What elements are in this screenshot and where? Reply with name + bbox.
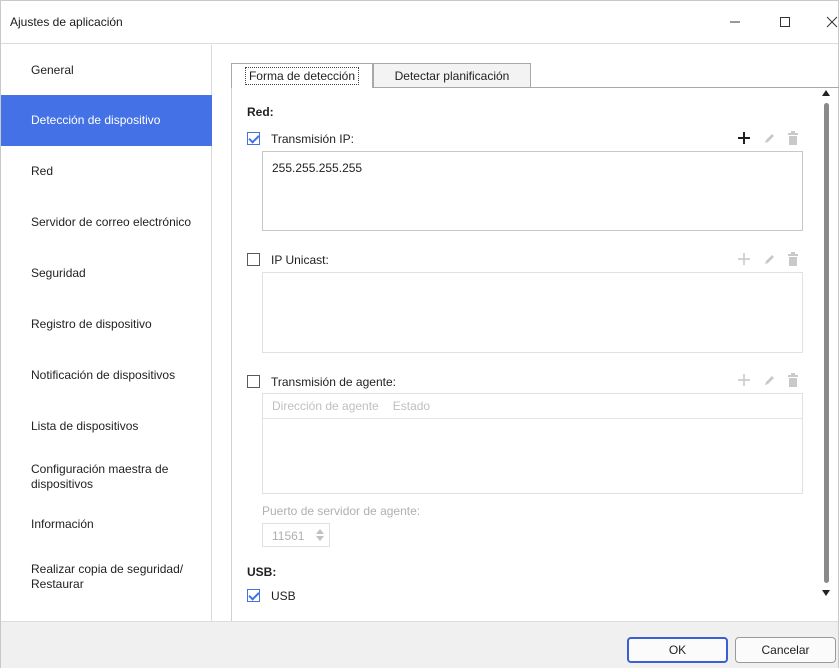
agent-port-value: 11561	[272, 529, 305, 543]
sidebar-item-label: Registro de dispositivo	[31, 317, 152, 331]
agent-table-header: Dirección de agente Estado	[263, 394, 802, 419]
minimize-button[interactable]	[720, 9, 750, 35]
delete-ip-unicast-button[interactable]	[784, 250, 802, 268]
edit-ip-unicast-button[interactable]	[760, 250, 778, 268]
usb-checkbox[interactable]	[247, 589, 260, 602]
sidebar-item-general[interactable]: General	[1, 45, 212, 95]
sidebar-item-label: Servidor de correo electrónico	[31, 215, 192, 229]
sidebar-item-network[interactable]: Red	[1, 146, 212, 197]
sidebar-item-label: Configuración maestra de dispositivos	[31, 462, 169, 491]
column-header-status: Estado	[392, 399, 431, 413]
ip-unicast-list[interactable]	[262, 272, 803, 353]
sidebar-item-email-server[interactable]: Servidor de correo electrónico	[1, 197, 212, 248]
sidebar-item-device-log[interactable]: Registro de dispositivo	[1, 299, 212, 350]
delete-ip-broadcast-button[interactable]	[784, 129, 802, 147]
usb-label: USB	[271, 589, 296, 603]
close-icon	[826, 16, 838, 28]
sidebar-item-label: Información	[31, 517, 94, 531]
agent-broadcast-checkbox[interactable]	[247, 375, 260, 388]
pencil-icon	[764, 375, 774, 385]
close-button[interactable]	[817, 9, 839, 35]
app-settings-window: Ajustes de aplicación General Detección …	[0, 0, 839, 668]
trash-icon	[788, 373, 798, 387]
sidebar-item-label: Detección de dispositivo	[31, 113, 161, 127]
vertical-scrollbar[interactable]	[818, 87, 834, 607]
minimize-icon	[730, 21, 740, 23]
tab-label: Detectar planificación	[394, 68, 510, 83]
list-item[interactable]: 255.255.255.255	[272, 161, 362, 175]
add-ip-unicast-button[interactable]	[735, 250, 753, 268]
tab-label: Forma de detección	[244, 67, 360, 85]
ip-broadcast-list[interactable]: 255.255.255.255	[262, 151, 803, 231]
scroll-up-icon	[822, 90, 830, 96]
delete-agent-button[interactable]	[784, 371, 802, 389]
sidebar-item-device-notification[interactable]: Notificación de dispositivos	[1, 350, 212, 401]
scroll-down-icon	[822, 590, 830, 596]
sidebar-item-label: Realizar copia de seguridad/ Restaurar	[31, 562, 184, 591]
network-heading: Red:	[247, 105, 274, 119]
sidebar-item-device-list[interactable]: Lista de dispositivos	[1, 401, 212, 452]
agent-broadcast-label: Transmisión de agente:	[271, 375, 396, 389]
ip-broadcast-checkbox[interactable]	[247, 132, 260, 145]
sidebar-item-security[interactable]: Seguridad	[1, 248, 212, 299]
sidebar-item-label: Red	[31, 164, 54, 178]
stepper-arrows-icon	[316, 529, 324, 541]
column-header-agent-address: Dirección de agente	[272, 399, 379, 413]
sidebar-item-label: Lista de dispositivos	[31, 419, 139, 433]
ok-button[interactable]: OK	[627, 637, 728, 663]
ip-unicast-checkbox[interactable]	[247, 253, 260, 266]
tab-detection-schedule[interactable]: Detectar planificación	[373, 63, 531, 87]
plus-icon	[738, 253, 750, 265]
plus-icon	[738, 132, 750, 144]
tab-detection-method[interactable]: Forma de detección	[231, 63, 373, 88]
sidebar-item-master-config[interactable]: Configuración maestra de dispositivos	[1, 452, 212, 502]
sidebar-item-device-detection[interactable]: Detección de dispositivo	[1, 95, 212, 146]
add-ip-broadcast-button[interactable]	[735, 129, 753, 147]
trash-icon	[788, 131, 798, 145]
cancel-button[interactable]: Cancelar	[735, 637, 836, 663]
trash-icon	[788, 252, 798, 266]
usb-heading: USB:	[247, 565, 277, 579]
title-bar: Ajustes de aplicación	[1, 1, 838, 44]
window-title: Ajustes de aplicación	[10, 15, 123, 29]
add-agent-button[interactable]	[735, 371, 753, 389]
settings-sidebar: General Detección de dispositivo Red Ser…	[1, 45, 212, 621]
plus-icon	[738, 374, 750, 386]
ip-broadcast-label: Transmisión IP:	[271, 132, 354, 146]
agent-port-stepper[interactable]: 11561	[262, 523, 330, 547]
sidebar-item-label: General	[31, 62, 74, 77]
pencil-icon	[764, 133, 774, 143]
pencil-icon	[764, 254, 774, 264]
scrollbar-thumb[interactable]	[824, 103, 829, 583]
maximize-icon	[780, 17, 790, 27]
sidebar-item-label: Seguridad	[31, 266, 86, 280]
agent-table[interactable]: Dirección de agente Estado	[262, 393, 803, 494]
edit-ip-broadcast-button[interactable]	[760, 129, 778, 147]
sidebar-item-label: Notificación de dispositivos	[31, 368, 176, 382]
ip-unicast-label: IP Unicast:	[271, 253, 329, 267]
maximize-button[interactable]	[770, 9, 800, 35]
edit-agent-button[interactable]	[760, 371, 778, 389]
agent-port-label: Puerto de servidor de agente:	[262, 504, 421, 518]
sidebar-item-information[interactable]: Información	[1, 502, 212, 547]
sidebar-item-backup-restore[interactable]: Realizar copia de seguridad/ Restaurar	[1, 547, 212, 607]
